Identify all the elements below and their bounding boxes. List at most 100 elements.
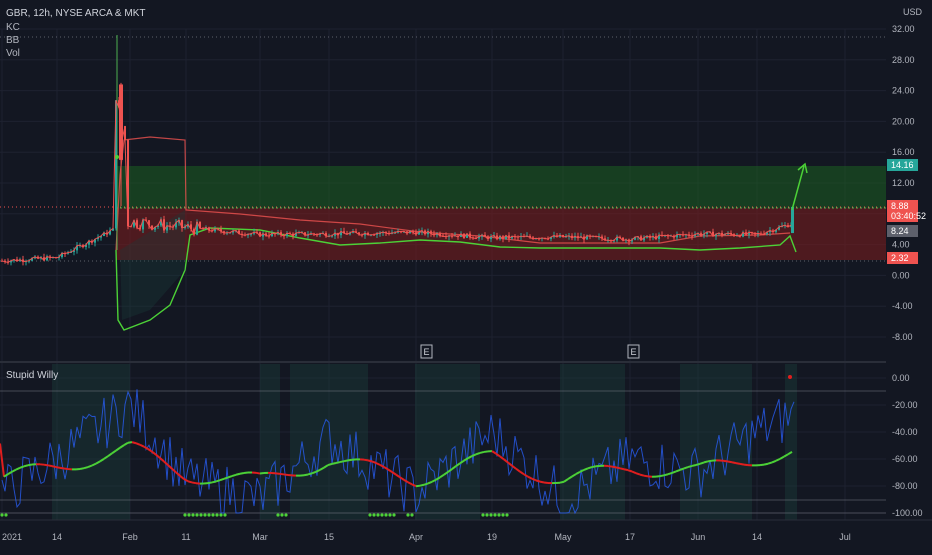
oversold-dot [505,513,508,516]
signal-segment [84,467,88,468]
signal-segment [664,474,668,475]
signal-segment [760,465,764,466]
signal-segment [132,442,136,443]
indicator-bb[interactable]: BB [6,35,20,46]
signal-segment [560,482,564,483]
price-tick-label: -8.00 [892,332,913,342]
price-tick-label: 12.00 [892,178,915,188]
signal-segment [744,465,748,466]
oversold-dot [384,513,387,516]
indicator-vol[interactable]: Vol [6,48,20,59]
signal-segment [608,466,612,467]
oversold-dot [485,513,488,516]
oscillator-tick-label: -20.00 [892,400,918,410]
signal-segment [232,475,236,476]
signal-segment [64,469,68,470]
signal-segment [44,465,48,466]
oscillator-tick-label: -100.00 [892,508,923,518]
signal-segment [696,464,700,465]
oversold-dot [392,513,395,516]
signal-segment [668,473,672,474]
price-tick-label: 16.00 [892,147,915,157]
time-tick-label: Mar [252,532,268,542]
price-tick-label: 28.00 [892,55,915,65]
time-tick-label: May [554,532,572,542]
signal-segment [692,465,696,466]
signal-segment [536,480,540,481]
signal-segment [344,460,348,461]
signal-segment [704,461,708,462]
oversold-dot [489,513,492,516]
time-tick-label: 19 [487,532,497,542]
signal-segment [280,474,284,475]
oversold-dot [368,513,371,516]
signal-segment [128,442,132,443]
signal-segment [24,465,28,466]
signal-segment [700,462,704,463]
signal-segment [276,473,280,474]
price-tag-label: 03:40:52 [891,211,926,221]
signal-segment [424,483,428,484]
price-tick-label: 0.00 [892,270,910,280]
signal-segment [728,461,732,462]
signal-segment [224,477,228,478]
earnings-marker[interactable]: E [628,345,639,358]
currency-label[interactable]: USD [903,7,923,17]
oversold-dot [284,513,287,516]
signal-segment [484,451,488,452]
signal-segment [364,460,368,461]
signal-segment [480,452,484,453]
earnings-marker[interactable]: E [421,345,432,358]
signal-segment [80,468,84,469]
oversold-dot [380,513,383,516]
price-tick-label: -4.00 [892,301,913,311]
chart-container[interactable]: GBR, 12h, NYSE ARCA & MKT KC BB Vol E E … [0,0,932,550]
price-tag-label: 8.24 [891,226,909,236]
signal-segment [340,461,344,462]
time-tick-label: 17 [625,532,635,542]
signal-segment [220,479,224,480]
signal-segment [188,481,192,482]
spike-marker [115,155,119,159]
oversold-highlight-band [785,364,797,520]
signal-segment [764,464,768,465]
oversold-dot [493,513,496,516]
oversold-dot [406,513,409,516]
signal-segment [208,482,212,483]
oversold-dot [191,513,194,516]
oversold-dot [410,513,413,516]
signal-segment [192,482,196,483]
signal-segment [60,468,64,469]
oversold-dot [280,513,283,516]
oscillator-tick-label: -80.00 [892,481,918,491]
signal-segment [284,474,288,475]
signal-segment [708,461,712,462]
price-tag-label: 8.88 [891,201,909,211]
signal-segment [20,466,24,467]
signal-segment [308,473,312,474]
indicator-kc[interactable]: KC [6,22,20,33]
signal-segment [236,474,240,475]
oscillator-title[interactable]: Stupid Willy [6,370,58,381]
chart-svg[interactable]: GBR, 12h, NYSE ARCA & MKT KC BB Vol E E … [0,0,932,550]
signal-segment [336,462,340,463]
symbol-title[interactable]: GBR, 12h, NYSE ARCA & MKT [6,8,146,19]
signal-segment [644,476,648,477]
signal-segment [680,468,684,469]
signal-segment [588,467,592,468]
signal-segment [256,473,260,474]
signal-segment [260,473,264,474]
oversold-dot [183,513,186,516]
signal-segment [592,466,596,467]
oscillator-tick-label: 0.00 [892,373,910,383]
oversold-dot [223,513,226,516]
oversold-dot [187,513,190,516]
oversold-dot [211,513,214,516]
signal-segment [628,470,632,471]
oversold-highlight-band [560,364,625,520]
signal-segment [368,460,372,461]
signal-segment [328,464,332,465]
time-tick-label: 15 [324,532,334,542]
price-tick-label: 32.00 [892,24,915,34]
price-tick-label: 4.00 [892,240,910,250]
